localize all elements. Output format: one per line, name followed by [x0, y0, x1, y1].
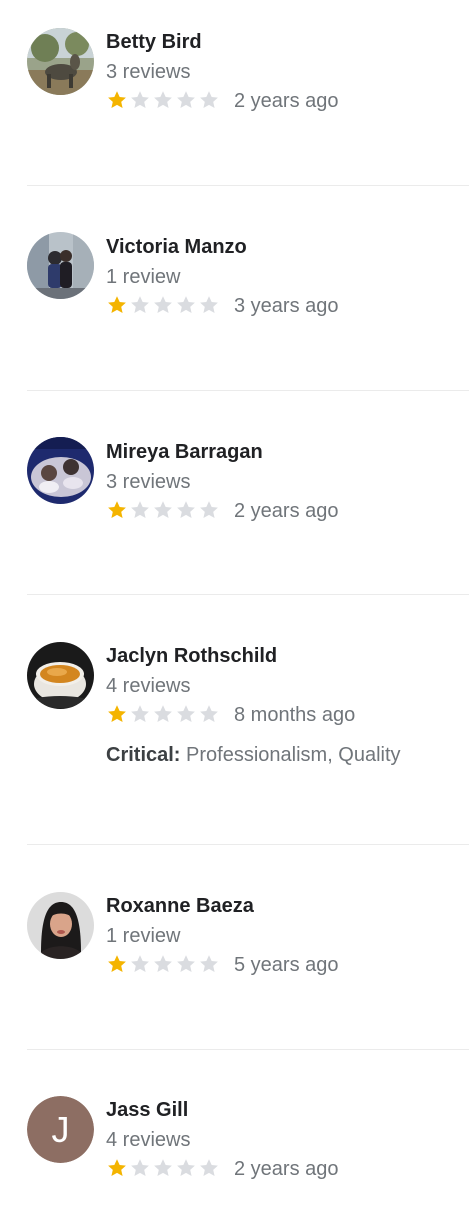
star-empty-icon: [154, 705, 172, 722]
critical-aspects: Critical: Professionalism, Quality: [106, 743, 401, 767]
star-empty-icon: [200, 955, 218, 972]
avatar[interactable]: [27, 892, 94, 959]
star-empty-icon: [154, 296, 172, 313]
review-count: 3 reviews: [106, 61, 191, 83]
avatar-photo: [27, 437, 94, 504]
review-count: 3 reviews: [106, 471, 191, 493]
avatar[interactable]: [27, 28, 94, 95]
star-rating: [106, 293, 221, 317]
review-date: 2 years ago: [234, 500, 339, 522]
star-empty-icon: [177, 1159, 195, 1176]
star-empty-icon: [154, 501, 172, 518]
reviewer-name[interactable]: Jaclyn Rothschild: [106, 644, 277, 668]
critical-text: Professionalism, Quality: [180, 744, 401, 766]
divider: [27, 1049, 469, 1050]
reviewer-name[interactable]: Jass Gill: [106, 1098, 188, 1122]
avatar[interactable]: [27, 642, 94, 709]
star-rating: [106, 1156, 221, 1180]
divider: [27, 185, 469, 186]
avatar[interactable]: [27, 437, 94, 504]
star-rating: [106, 952, 221, 976]
review-date: 5 years ago: [234, 954, 339, 976]
review-count: 4 reviews: [106, 1129, 191, 1151]
star-empty-icon: [177, 955, 195, 972]
reviewer-name[interactable]: Mireya Barragan: [106, 440, 263, 464]
star-rating: [106, 498, 221, 522]
avatar-letter: J: [27, 1096, 94, 1163]
divider: [27, 390, 469, 391]
star-empty-icon: [200, 1159, 218, 1176]
star-empty-icon: [177, 501, 195, 518]
star-filled-icon: [108, 705, 126, 722]
star-empty-icon: [154, 955, 172, 972]
star-empty-icon: [131, 955, 149, 972]
star-empty-icon: [131, 705, 149, 722]
star-empty-icon: [177, 91, 195, 108]
reviewer-name[interactable]: Betty Bird: [106, 30, 202, 54]
reviewer-name[interactable]: Roxanne Baeza: [106, 894, 254, 918]
star-empty-icon: [177, 705, 195, 722]
star-empty-icon: [200, 296, 218, 313]
review-count: 1 review: [106, 266, 181, 288]
star-empty-icon: [131, 501, 149, 518]
divider: [27, 844, 469, 845]
star-empty-icon: [154, 1159, 172, 1176]
star-filled-icon: [108, 1159, 126, 1176]
star-empty-icon: [200, 501, 218, 518]
star-empty-icon: [200, 705, 218, 722]
reviewer-name[interactable]: Victoria Manzo: [106, 235, 247, 259]
star-empty-icon: [131, 91, 149, 108]
star-empty-icon: [200, 91, 218, 108]
review-date: 2 years ago: [234, 1158, 339, 1180]
star-empty-icon: [131, 296, 149, 313]
review-date: 8 months ago: [234, 704, 356, 726]
star-rating: [106, 702, 221, 726]
avatar[interactable]: J: [27, 1096, 94, 1163]
star-filled-icon: [108, 296, 126, 313]
star-empty-icon: [177, 296, 195, 313]
review-count: 4 reviews: [106, 675, 191, 697]
avatar[interactable]: [27, 232, 94, 299]
avatar-photo: [27, 642, 94, 709]
star-empty-icon: [154, 91, 172, 108]
review-date: 2 years ago: [234, 90, 339, 112]
divider: [27, 594, 469, 595]
star-empty-icon: [131, 1159, 149, 1176]
review-count: 1 review: [106, 925, 181, 947]
avatar-photo: [27, 232, 94, 299]
avatar-photo: [27, 28, 94, 95]
star-filled-icon: [108, 501, 126, 518]
star-filled-icon: [108, 955, 126, 972]
review-date: 3 years ago: [234, 295, 339, 317]
star-filled-icon: [108, 91, 126, 108]
star-rating: [106, 88, 221, 112]
avatar-photo: [27, 892, 94, 959]
critical-label: Critical:: [106, 744, 181, 766]
